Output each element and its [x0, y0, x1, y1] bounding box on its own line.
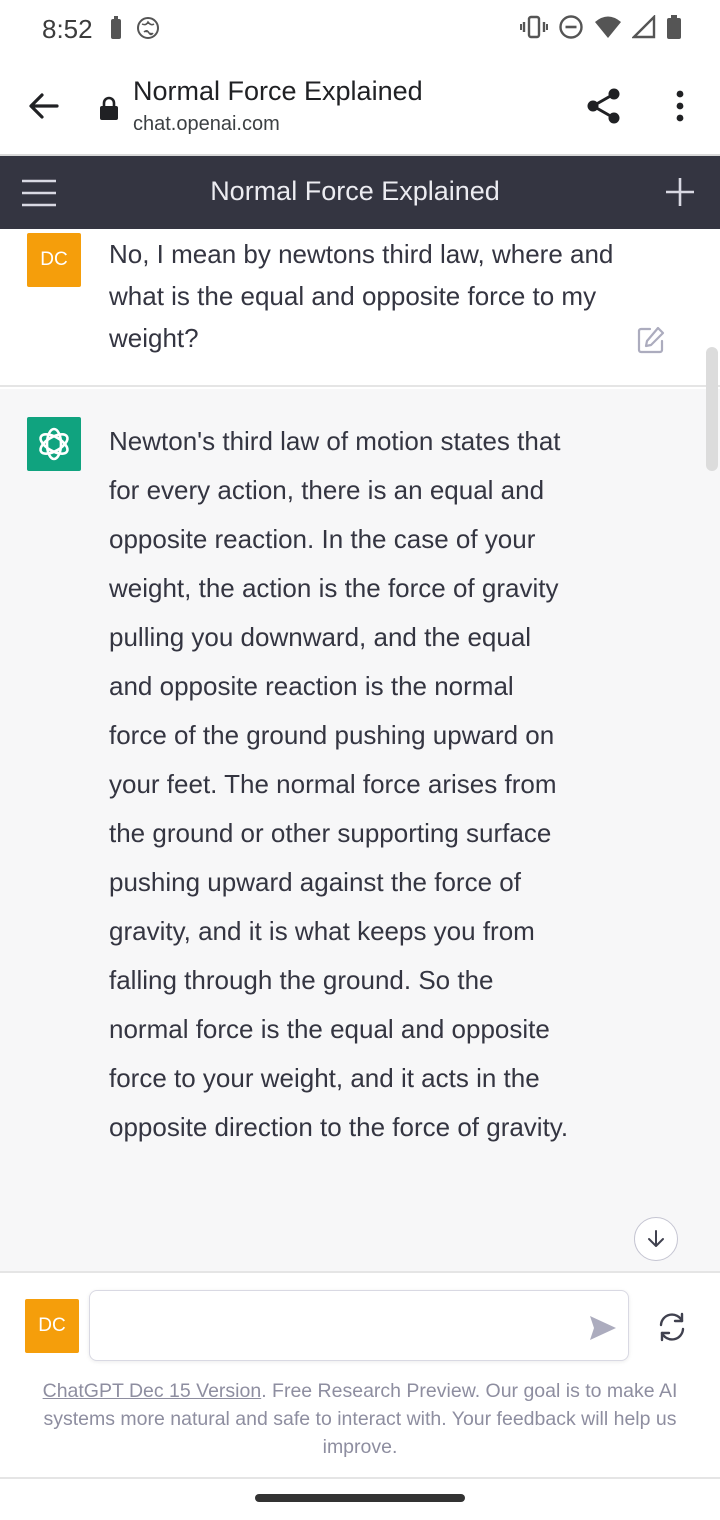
composer: DC ChatGPT Dec 15 Version. Free Research… [0, 1271, 720, 1479]
home-indicator[interactable] [255, 1494, 465, 1502]
user-message: DC No, I mean by newtons third law, wher… [0, 229, 720, 387]
more-vert-icon [676, 90, 684, 122]
user-avatar: DC [27, 233, 81, 287]
scroll-to-bottom-button[interactable] [634, 1217, 678, 1261]
battery-icon [666, 14, 682, 45]
url-host[interactable]: chat.openai.com [133, 113, 280, 136]
chat-thread[interactable]: DC No, I mean by newtons third law, wher… [0, 229, 720, 1271]
do-not-disturb-icon [558, 14, 584, 45]
footer-disclaimer: ChatGPT Dec 15 Version. Free Research Pr… [20, 1377, 700, 1461]
composer-avatar: DC [25, 1299, 79, 1353]
edit-message-button[interactable] [636, 325, 666, 355]
send-icon [590, 1316, 616, 1340]
scrollbar-thumb[interactable] [706, 347, 718, 471]
back-arrow-icon [29, 93, 59, 119]
assistant-avatar [27, 417, 81, 471]
share-button[interactable] [584, 86, 624, 126]
cellular-icon [631, 14, 656, 44]
page-title[interactable]: Normal Force Explained [133, 76, 423, 107]
lock-icon[interactable] [98, 96, 120, 120]
message-input[interactable] [104, 1309, 564, 1343]
openai-logo-icon [39, 427, 69, 461]
battery-saver-icon [110, 16, 122, 45]
plus-icon [666, 178, 694, 206]
back-button[interactable] [24, 86, 64, 126]
new-chat-button[interactable] [662, 174, 698, 210]
app-header: Normal Force Explained [0, 156, 720, 229]
wifi-icon [594, 15, 622, 44]
assistant-message-text: Newton's third law of motion states that… [109, 426, 569, 1142]
conversation-title: Normal Force Explained [210, 176, 500, 206]
regenerate-button[interactable] [655, 1310, 689, 1344]
more-options-button[interactable] [664, 86, 696, 126]
user-message-text: No, I mean by newtons third law, where a… [109, 239, 614, 353]
refresh-icon [659, 1312, 685, 1342]
vibrate-icon [520, 14, 548, 45]
edit-icon [637, 326, 665, 354]
assistant-message: Newton's third law of motion states that… [0, 389, 720, 1271]
status-bar: 8:52 [0, 0, 720, 60]
message-input-box[interactable] [89, 1290, 629, 1361]
arrow-down-icon [648, 1230, 664, 1247]
send-button[interactable] [586, 1311, 620, 1345]
version-link[interactable]: ChatGPT Dec 15 Version [43, 1380, 262, 1402]
status-time: 8:52 [42, 14, 93, 44]
globe-icon [136, 16, 160, 45]
browser-toolbar: Normal Force Explained chat.openai.com [0, 60, 720, 156]
share-icon [587, 88, 620, 124]
